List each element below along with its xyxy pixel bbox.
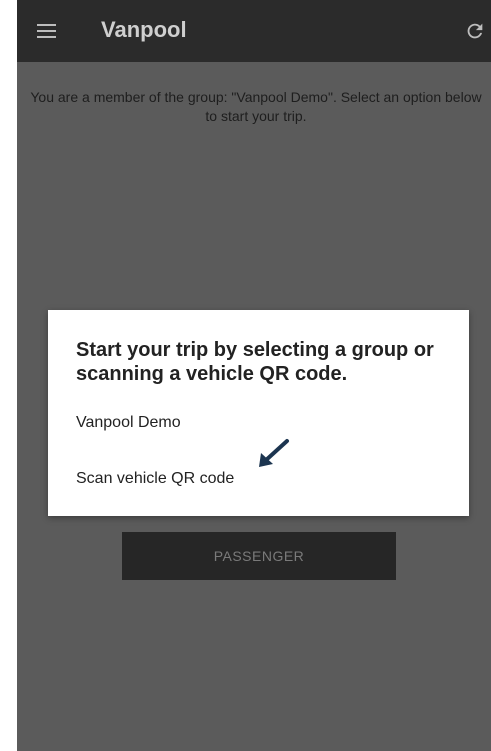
option-scan-qr-code[interactable]: Scan vehicle QR code bbox=[76, 470, 234, 488]
trip-start-dialog: Start your trip by selecting a group or … bbox=[48, 310, 469, 516]
refresh-icon[interactable] bbox=[464, 20, 486, 42]
dialog-title: Start your trip by selecting a group or … bbox=[76, 339, 434, 385]
app-title: Vanpool bbox=[101, 17, 187, 42]
passenger-button[interactable]: PASSENGER bbox=[122, 532, 396, 580]
group-membership-text: You are a member of the group: "Vanpool … bbox=[30, 89, 482, 124]
option-vanpool-demo[interactable]: Vanpool Demo bbox=[76, 414, 181, 432]
hamburger-menu-icon[interactable] bbox=[37, 24, 56, 38]
app-bar: Vanpool bbox=[17, 0, 491, 62]
pointer-arrow-icon bbox=[259, 439, 289, 467]
